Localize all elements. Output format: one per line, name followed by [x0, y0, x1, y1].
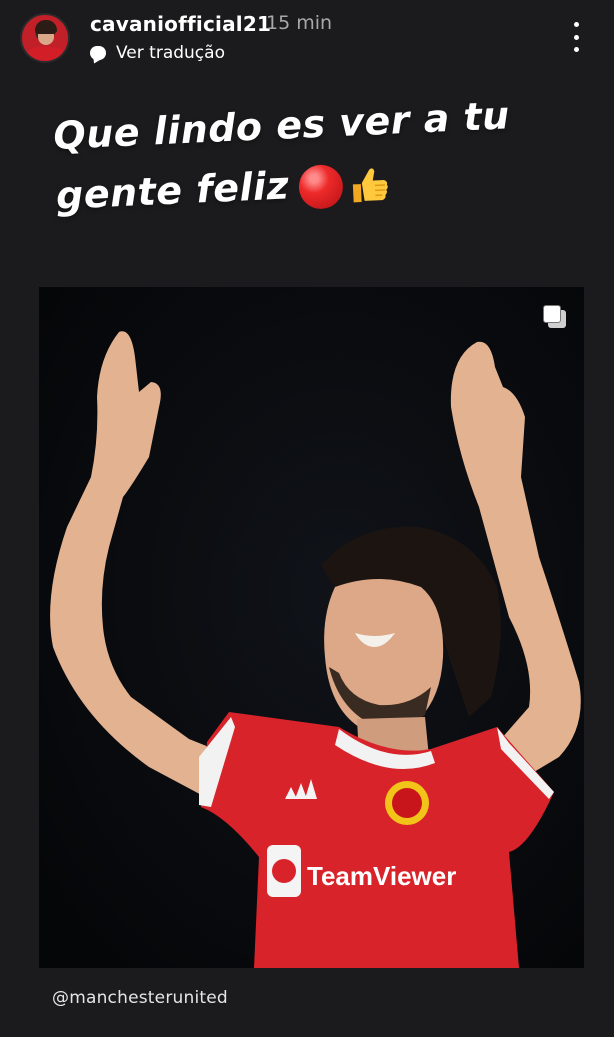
avatar[interactable]	[20, 13, 70, 63]
menu-dot-icon	[573, 34, 579, 40]
menu-dot-icon	[573, 47, 579, 52]
post-author-mention[interactable]: @manchesterunited	[52, 988, 228, 1008]
see-translation-button[interactable]: Ver tradução	[90, 43, 225, 63]
menu-dot-icon	[573, 22, 579, 27]
post-time: 15 min	[266, 12, 333, 34]
carousel-front-square	[543, 305, 561, 323]
caption-line-2: gente feliz	[55, 163, 291, 218]
story-caption: Que lindo es ver a tu gente feliz	[52, 82, 577, 225]
sponsor-text: TeamViewer	[307, 861, 456, 891]
shared-post-card[interactable]: TeamViewer	[39, 287, 584, 968]
more-options-button[interactable]	[566, 22, 586, 52]
caption-emojis	[298, 160, 392, 210]
avatar-hair	[35, 20, 57, 34]
carousel-icon	[543, 305, 567, 329]
see-translation-label: Ver tradução	[116, 43, 225, 63]
avatar-shirt	[26, 47, 66, 61]
player-photo: TeamViewer	[39, 287, 584, 968]
username[interactable]: cavaniofficial21	[90, 12, 271, 36]
translate-bubble-icon	[90, 46, 106, 60]
red-circle-icon	[298, 163, 345, 210]
story-header: cavaniofficial21 15 min Ver tradução	[0, 0, 614, 80]
thumbs-up-icon	[344, 160, 392, 208]
story-view: cavaniofficial21 15 min Ver tradução Que…	[0, 0, 614, 1037]
